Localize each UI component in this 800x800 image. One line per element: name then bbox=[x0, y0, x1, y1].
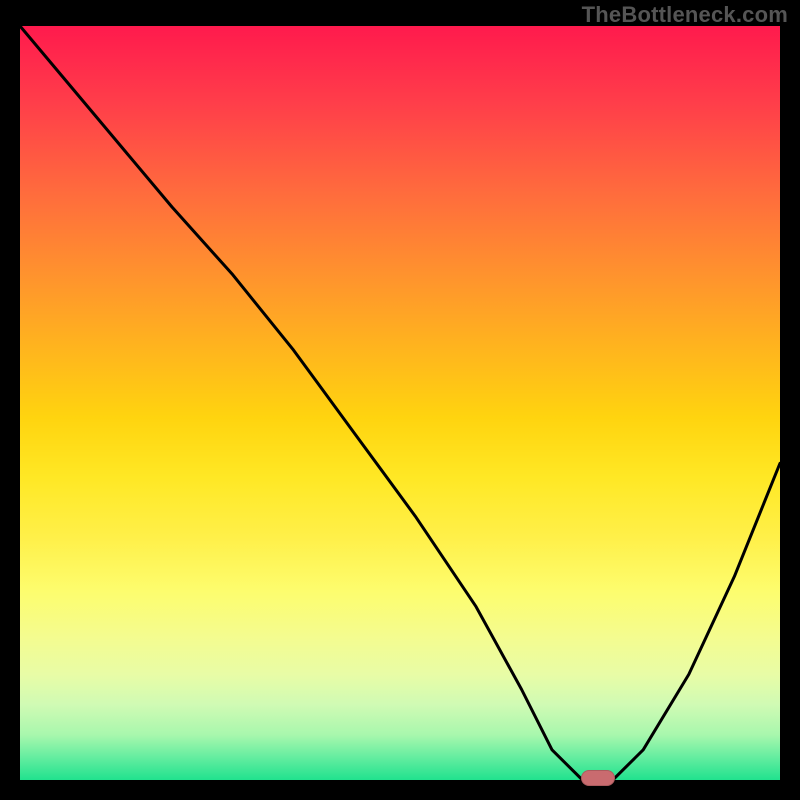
plot-area bbox=[20, 26, 780, 780]
curve-path bbox=[20, 26, 780, 780]
optimal-marker bbox=[581, 770, 615, 786]
bottleneck-curve bbox=[20, 26, 780, 780]
chart-frame: TheBottleneck.com bbox=[0, 0, 800, 800]
watermark-text: TheBottleneck.com bbox=[582, 2, 788, 28]
